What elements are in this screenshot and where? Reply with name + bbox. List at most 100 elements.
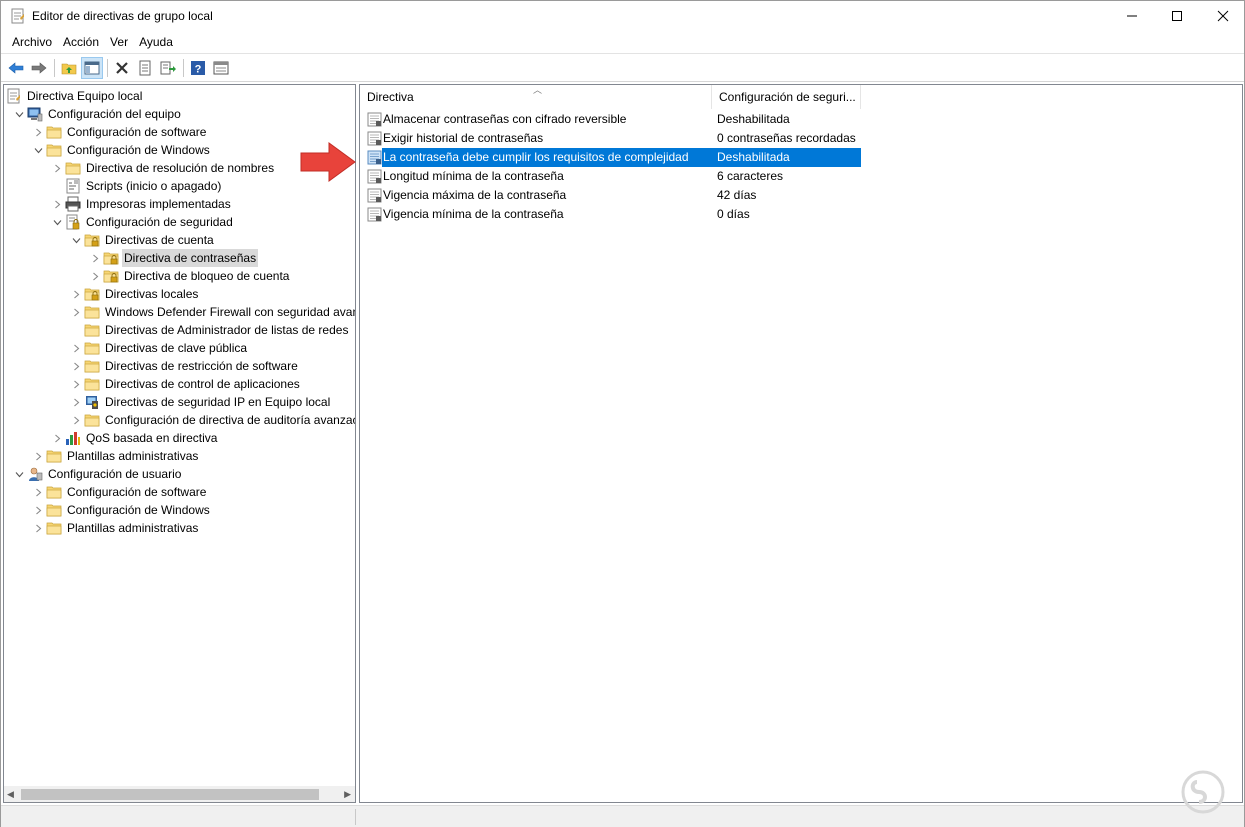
tree-item[interactable]: Directiva de contraseñas xyxy=(87,249,259,267)
collapsed-chevron-icon[interactable] xyxy=(68,393,84,411)
expanded-chevron-icon[interactable] xyxy=(11,105,27,123)
tree-item[interactable]: Configuración de software xyxy=(30,123,208,141)
collapsed-chevron-icon[interactable] xyxy=(68,339,84,357)
close-button[interactable] xyxy=(1200,1,1245,31)
column-header-label: Configuración de seguri... xyxy=(719,90,856,104)
collapsed-chevron-icon[interactable] xyxy=(68,411,84,429)
scroll-right-icon[interactable]: ▶ xyxy=(344,789,351,800)
tree-item[interactable]: Directiva de bloqueo de cuenta xyxy=(87,267,291,285)
policy-setting-icon xyxy=(367,131,382,146)
list-item[interactable]: La contraseña debe cumplir los requisito… xyxy=(360,148,861,167)
tree-item-label: Configuración de usuario xyxy=(48,467,182,481)
help-button[interactable]: ? xyxy=(187,57,209,79)
toolbar: ? xyxy=(1,55,1244,80)
collapsed-chevron-icon[interactable] xyxy=(30,123,46,141)
help-icon: ? xyxy=(191,60,205,75)
tree-item[interactable]: Impresoras implementadas xyxy=(49,195,233,213)
scroll-left-icon[interactable]: ◀ xyxy=(7,789,14,800)
collapsed-chevron-icon[interactable] xyxy=(49,429,65,447)
expanded-chevron-icon[interactable] xyxy=(68,231,84,249)
tree-item[interactable]: Directiva Equipo local xyxy=(6,87,144,105)
expanded-chevron-icon[interactable] xyxy=(11,465,27,483)
column-header-configuracion[interactable]: Configuración de seguri... xyxy=(712,85,861,109)
view-button[interactable] xyxy=(210,57,232,79)
policy-name: Longitud mínima de la contraseña xyxy=(383,169,564,183)
tree-item[interactable]: Directivas de Administrador de listas de… xyxy=(68,321,350,339)
tree-item[interactable]: Configuración de Windows xyxy=(30,141,212,159)
tree-item-label: Configuración de Windows xyxy=(67,503,210,517)
tree-item[interactable]: Scripts (inicio o apagado) xyxy=(49,177,223,195)
collapsed-chevron-icon[interactable] xyxy=(30,483,46,501)
collapsed-chevron-icon[interactable] xyxy=(68,285,84,303)
scrollbar-thumb[interactable] xyxy=(21,789,319,800)
tree-item[interactable]: Configuración de directiva de auditoría … xyxy=(68,411,355,429)
toolbar-divider xyxy=(1,81,1244,82)
tree-item[interactable]: Configuración de Windows xyxy=(30,501,212,519)
list-item[interactable]: Longitud mínima de la contraseña 6 caract… xyxy=(360,167,861,186)
tree-item[interactable]: Directivas de clave pública xyxy=(68,339,249,357)
toolbar-separator xyxy=(107,58,108,77)
tree-item[interactable]: Directivas de seguridad IP en Equipo loc… xyxy=(68,393,332,411)
tree-item[interactable]: Configuración de usuario xyxy=(11,465,183,483)
tree-item[interactable]: Configuración del equipo xyxy=(11,105,183,123)
back-button[interactable] xyxy=(5,57,27,79)
show-hide-tree-icon xyxy=(84,61,100,74)
maximize-icon xyxy=(1172,11,1182,21)
up-folder-button[interactable] xyxy=(58,57,80,79)
policy-value: 0 días xyxy=(717,207,750,221)
tree-item[interactable]: Plantillas administrativas xyxy=(30,447,200,465)
tree-item[interactable]: Directiva de resolución de nombres xyxy=(49,159,276,177)
tree-item[interactable]: Configuración de software xyxy=(30,483,208,501)
title-bar[interactable]: Editor de directivas de grupo local xyxy=(1,1,1244,31)
collapsed-chevron-icon[interactable] xyxy=(68,375,84,393)
delete-button[interactable] xyxy=(111,57,133,79)
list-item[interactable]: Vigencia mínima de la contraseña 0 días xyxy=(360,205,861,224)
tree-item[interactable]: Configuración de seguridad xyxy=(49,213,235,231)
maximize-button[interactable] xyxy=(1154,1,1200,31)
collapsed-chevron-icon[interactable] xyxy=(30,447,46,465)
locked-folder-icon xyxy=(84,232,100,248)
menu-archivo[interactable]: Archivo xyxy=(7,32,57,53)
column-header-directiva[interactable]: Directiva xyxy=(360,85,712,109)
list-item[interactable]: Vigencia máxima de la contraseña 42 días xyxy=(360,186,861,205)
toolbar-separator xyxy=(183,58,184,77)
close-icon xyxy=(1217,10,1229,22)
tree-item[interactable]: Directivas locales xyxy=(68,285,200,303)
menu-ayuda[interactable]: Ayuda xyxy=(134,32,178,53)
tree-item[interactable]: Directivas de restricción de software xyxy=(68,357,300,375)
expanded-chevron-icon[interactable] xyxy=(30,141,46,159)
list-item[interactable]: Almacenar contraseñas con cifrado revers… xyxy=(360,110,861,129)
tree-item[interactable]: Windows Defender Firewall con seguridad … xyxy=(68,303,355,321)
collapsed-chevron-icon[interactable] xyxy=(49,159,65,177)
collapsed-chevron-icon[interactable] xyxy=(49,195,65,213)
results-pane: ︿ Directiva Configuración de seguri... A… xyxy=(359,84,1243,803)
expanded-chevron-icon[interactable] xyxy=(49,213,65,231)
list-item[interactable]: Exigir historial de contraseñas 0 contras… xyxy=(360,129,861,148)
tree-item-label: Directiva de resolución de nombres xyxy=(86,161,275,175)
collapsed-chevron-icon[interactable] xyxy=(68,303,84,321)
horizontal-scrollbar[interactable]: ◀ ▶ xyxy=(4,786,355,802)
tree-item[interactable]: QoS basada en directiva xyxy=(49,429,219,447)
tree-item[interactable]: Directivas de cuenta xyxy=(68,231,216,249)
collapsed-chevron-icon[interactable] xyxy=(87,267,103,285)
collapsed-chevron-icon[interactable] xyxy=(30,519,46,537)
minimize-button[interactable] xyxy=(1109,1,1155,31)
policy-setting-icon xyxy=(367,207,382,222)
menu-ver[interactable]: Ver xyxy=(105,32,133,53)
properties-button[interactable] xyxy=(134,57,156,79)
collapsed-chevron-icon[interactable] xyxy=(68,357,84,375)
tree-item[interactable]: Directivas de control de aplicaciones xyxy=(68,375,302,393)
scripts-icon xyxy=(65,178,81,194)
export-list-button[interactable] xyxy=(157,57,179,79)
user-icon xyxy=(27,466,43,482)
forward-button[interactable] xyxy=(28,57,50,79)
tree-item[interactable]: Plantillas administrativas xyxy=(30,519,200,537)
show-hide-tree-button[interactable] xyxy=(81,56,103,79)
policy-name: Exigir historial de contraseñas xyxy=(383,131,544,145)
properties-icon xyxy=(139,60,151,75)
collapsed-chevron-icon[interactable] xyxy=(30,501,46,519)
menu-accion[interactable]: Acción xyxy=(58,32,104,53)
tree-item-label: Directivas de cuenta xyxy=(105,233,214,247)
folder-icon xyxy=(46,520,62,536)
collapsed-chevron-icon[interactable] xyxy=(87,249,103,267)
